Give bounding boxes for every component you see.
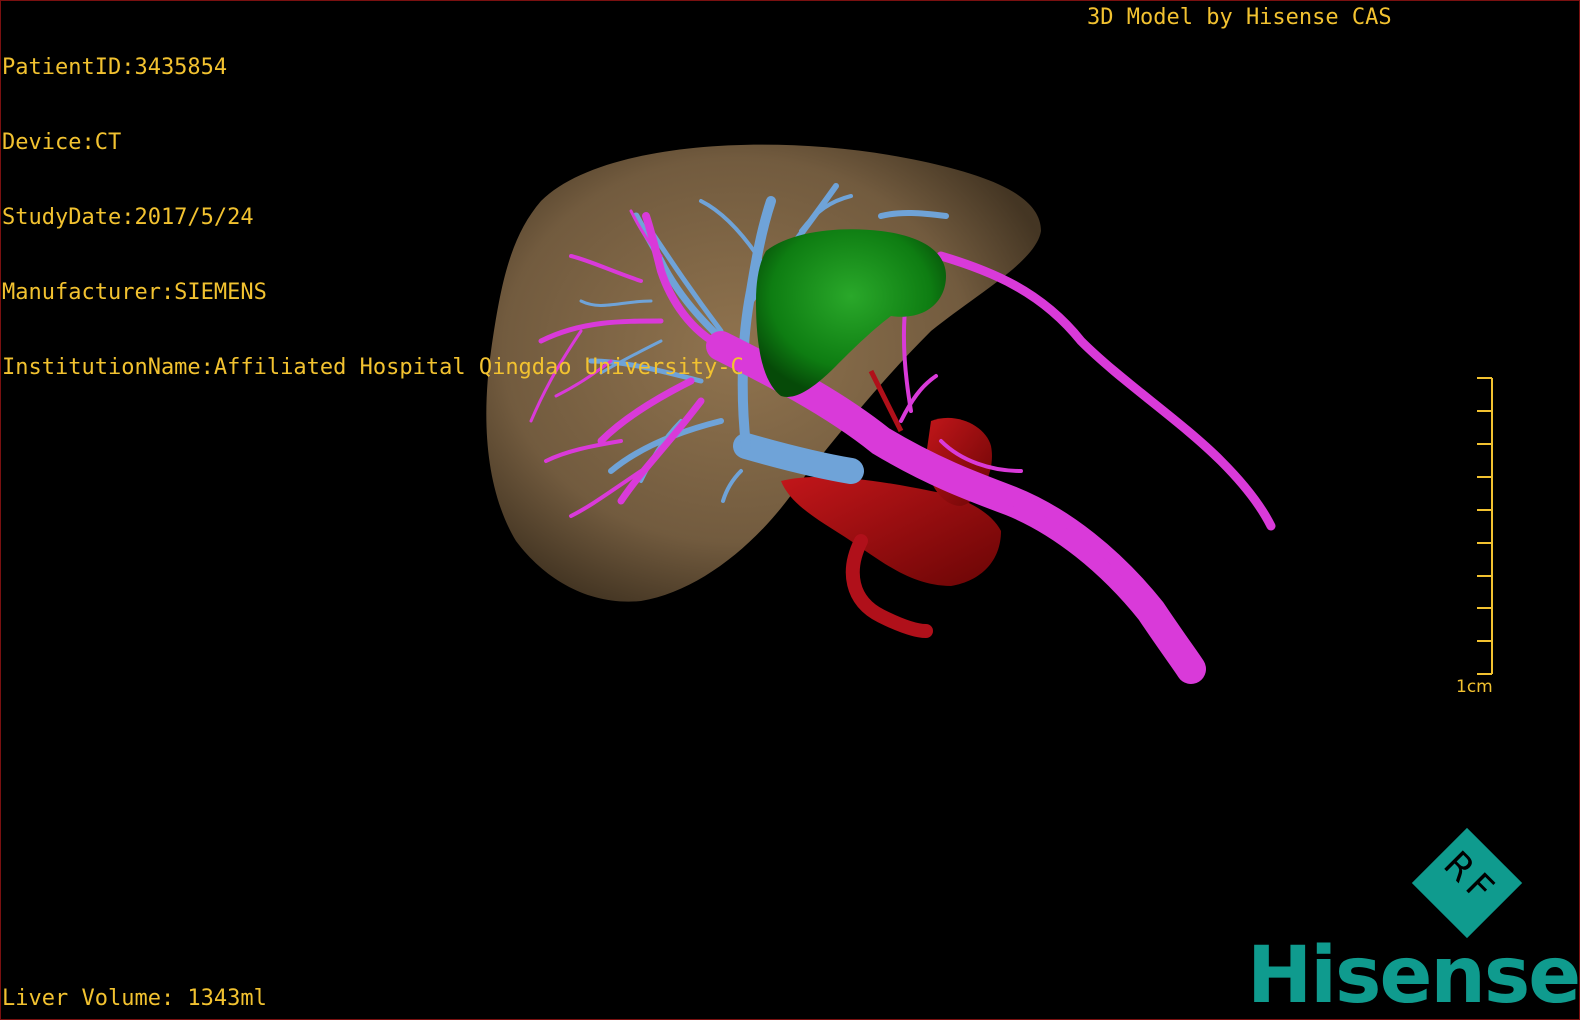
model-credit: 3D Model by Hisense CAS bbox=[1087, 5, 1392, 30]
device: Device:CT bbox=[2, 130, 122, 155]
3d-viewport[interactable]: PatientID:3435854 Device:CT StudyDate:20… bbox=[0, 0, 1580, 1020]
liver-volume: Liver Volume: 1343ml bbox=[2, 986, 267, 1011]
manufacturer: Manufacturer:SIEMENS bbox=[2, 280, 267, 305]
institution-name: InstitutionName:Affiliated Hospital Qing… bbox=[2, 355, 744, 380]
patient-info: PatientID:3435854 Device:CT StudyDate:20… bbox=[2, 5, 744, 430]
study-date: StudyDate:2017/5/24 bbox=[2, 205, 254, 230]
scale-label: 1cm bbox=[1456, 677, 1493, 697]
brand-logo: Hisense bbox=[1247, 931, 1580, 1020]
patient-id: PatientID:3435854 bbox=[2, 55, 228, 80]
scale-bar bbox=[1477, 377, 1493, 675]
